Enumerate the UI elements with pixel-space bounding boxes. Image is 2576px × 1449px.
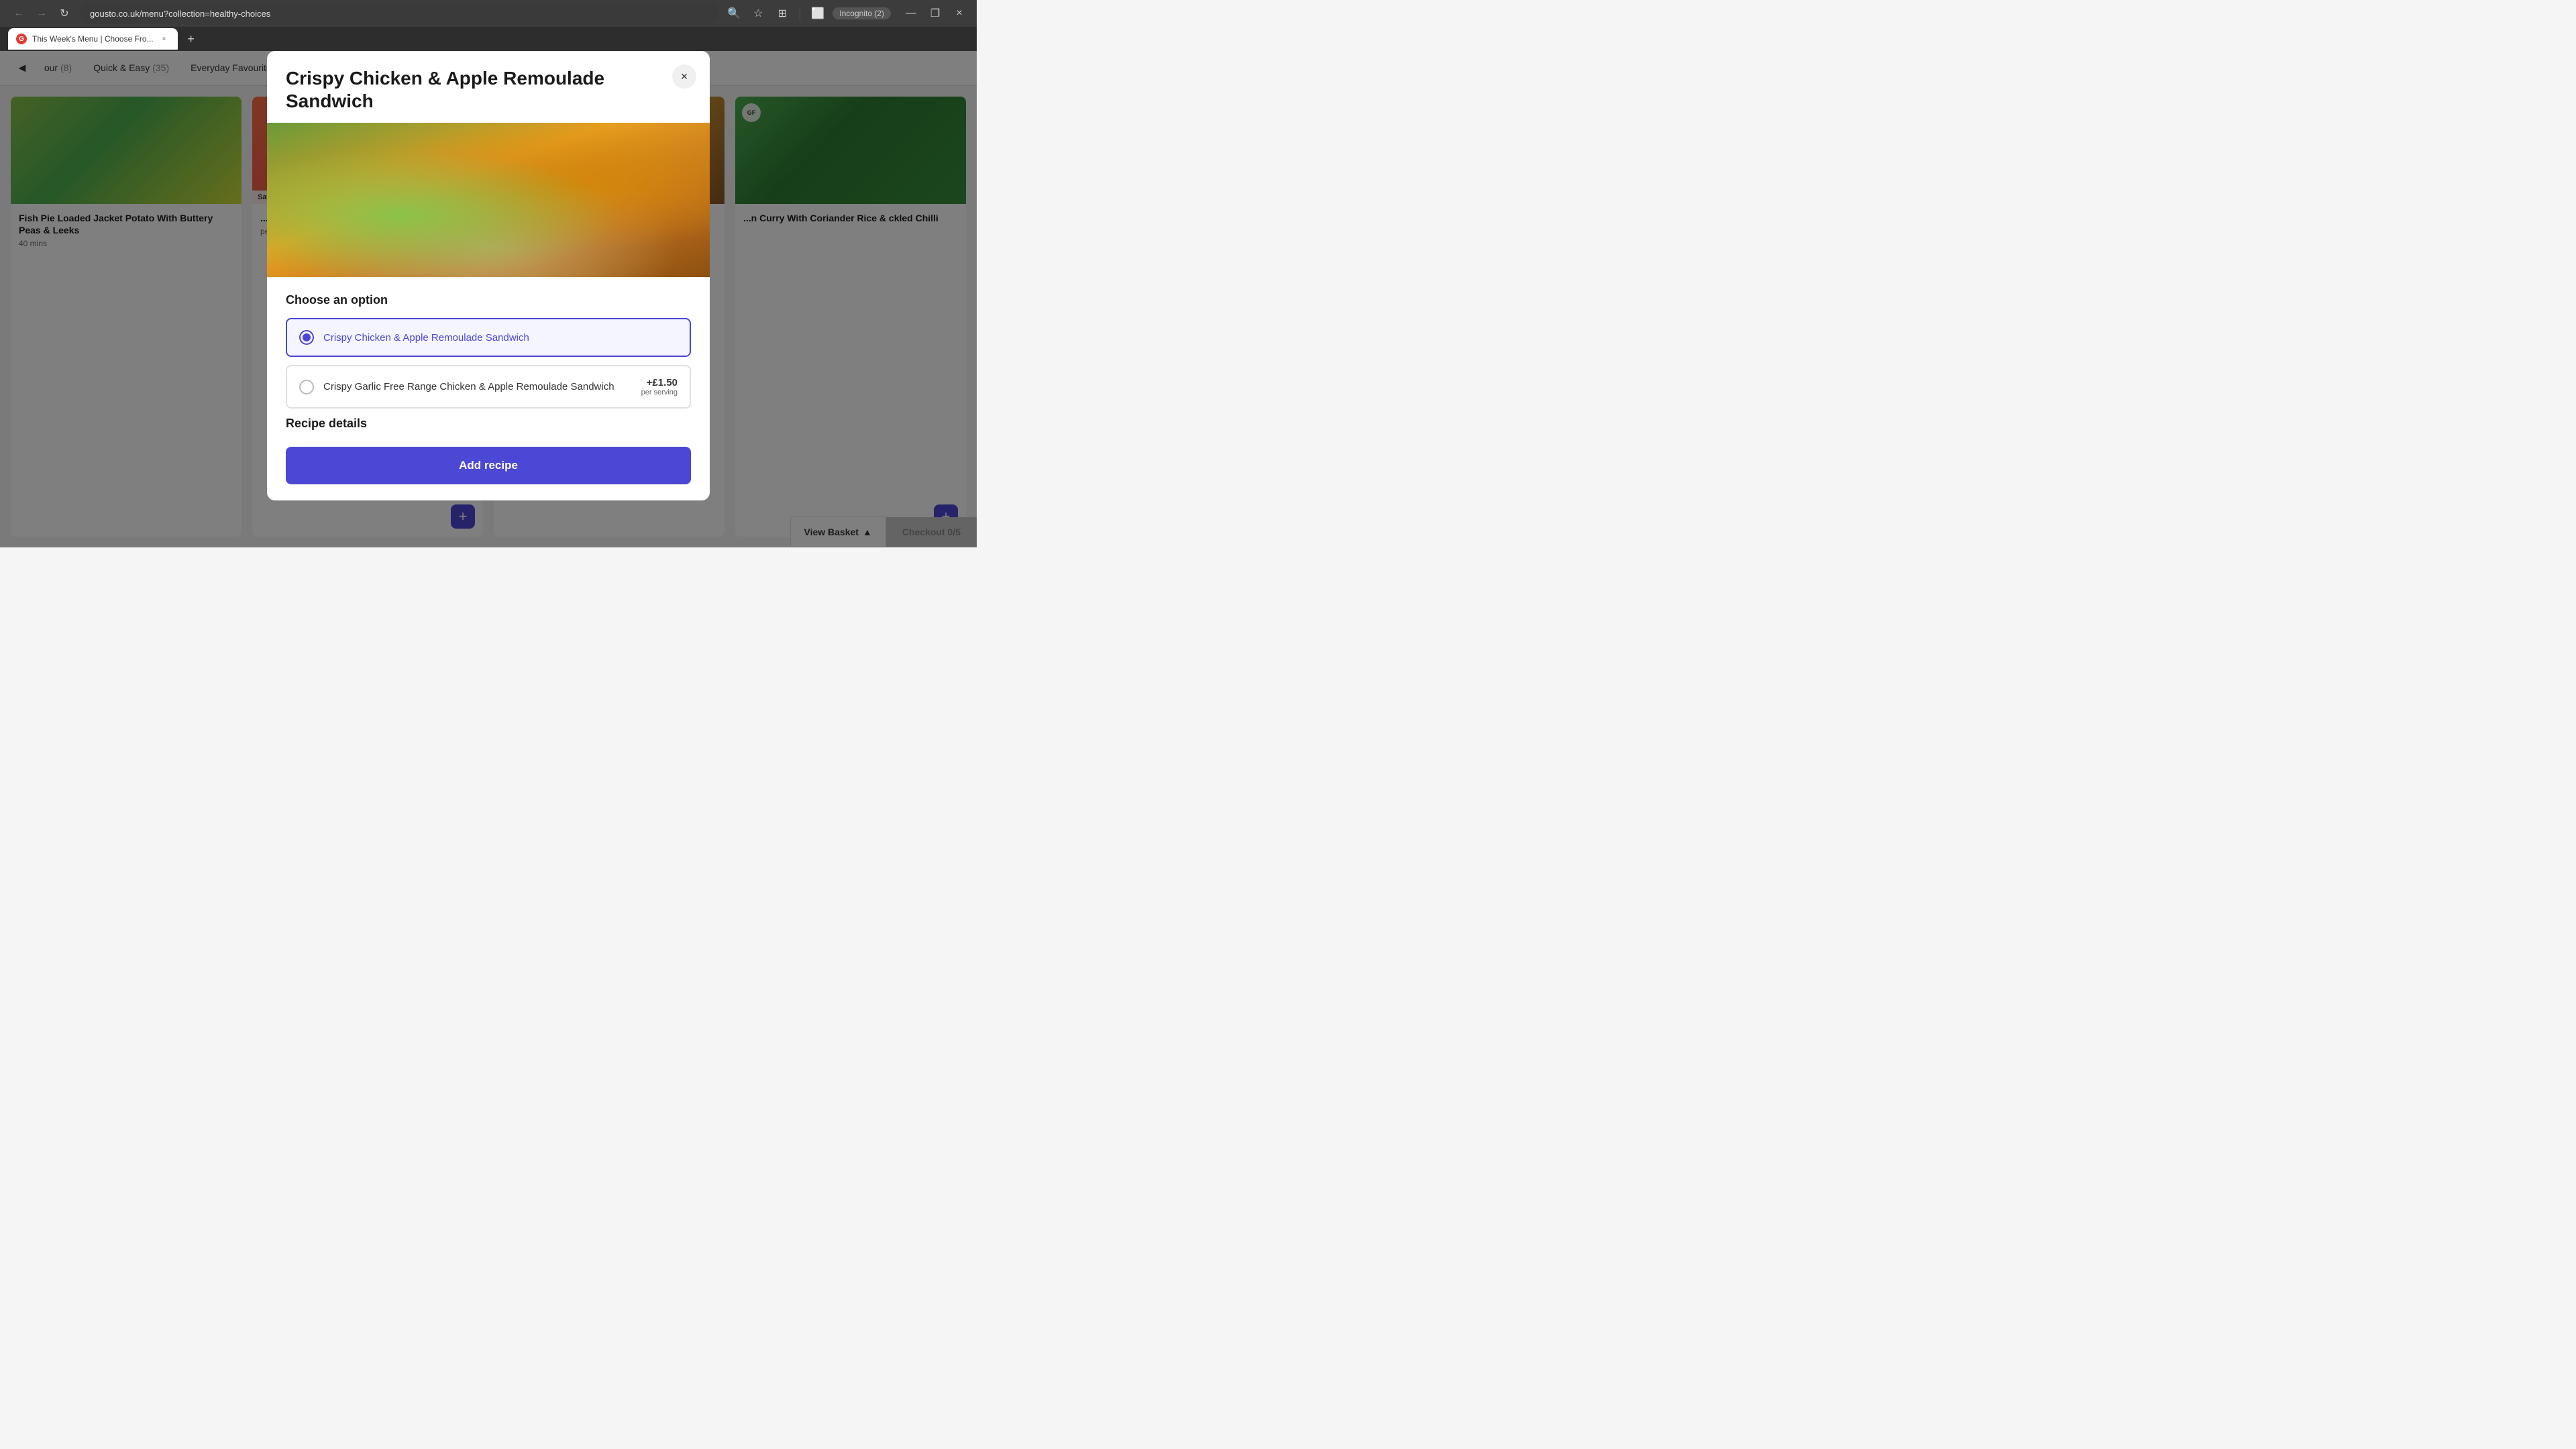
search-icon[interactable]: 🔍 <box>724 4 743 23</box>
address-bar[interactable]: gousto.co.uk/menu?collection=healthy-cho… <box>80 3 719 24</box>
window-close-button[interactable]: × <box>950 4 969 23</box>
modal-image-inner <box>267 123 710 277</box>
tab-bar: G This Week's Menu | Choose Fro... × + <box>0 27 977 51</box>
incognito-badge: Incognito (2) <box>833 7 891 19</box>
option-label-2: Crispy Garlic Free Range Chicken & Apple… <box>323 381 632 392</box>
modal-header: Crispy Chicken & Apple Remoulade Sandwic… <box>267 51 710 123</box>
browser-titlebar: ← → ↻ gousto.co.uk/menu?collection=healt… <box>0 0 977 27</box>
browser-back-btn[interactable]: ← <box>8 3 30 24</box>
radio-button-1[interactable] <box>299 330 314 345</box>
option-price-per: per serving <box>641 388 678 396</box>
active-tab[interactable]: G This Week's Menu | Choose Fro... × <box>8 28 178 50</box>
browser-forward-btn[interactable]: → <box>31 3 52 24</box>
modal-dialog: Crispy Chicken & Apple Remoulade Sandwic… <box>267 51 710 500</box>
window-controls: — ❐ × <box>902 4 969 23</box>
split-view-icon[interactable]: ⬜ <box>808 4 827 23</box>
tab-close-button[interactable]: × <box>159 34 170 44</box>
modal-body: Choose an option Crispy Chicken & Apple … <box>267 277 710 500</box>
browser-chrome: ← → ↻ gousto.co.uk/menu?collection=healt… <box>0 0 977 51</box>
add-recipe-button[interactable]: Add recipe <box>286 447 691 484</box>
modal-overlay: Crispy Chicken & Apple Remoulade Sandwic… <box>0 51 977 547</box>
page-content: ◄ our (8) Quick & Easy (35) Everyday Fav… <box>0 51 977 547</box>
option-price-amount: +£1.50 <box>641 377 678 388</box>
radio-button-2[interactable] <box>299 380 314 394</box>
minimize-button[interactable]: — <box>902 4 920 23</box>
modal-recipe-image <box>267 123 710 277</box>
bookmark-icon[interactable]: ☆ <box>749 4 767 23</box>
modal-close-button[interactable]: × <box>672 64 696 89</box>
extensions-icon[interactable]: ⊞ <box>773 4 792 23</box>
modal-title: Crispy Chicken & Apple Remoulade Sandwic… <box>286 67 691 112</box>
option-item-1[interactable]: Crispy Chicken & Apple Remoulade Sandwic… <box>286 318 691 357</box>
recipe-details-heading: Recipe details <box>286 417 691 431</box>
option-item-2[interactable]: Crispy Garlic Free Range Chicken & Apple… <box>286 365 691 409</box>
tab-title: This Week's Menu | Choose Fro... <box>32 34 154 44</box>
browser-actions: 🔍 ☆ ⊞ ⬜ Incognito (2) <box>724 4 891 23</box>
close-icon: × <box>681 70 688 84</box>
option-price-2: +£1.50 per serving <box>641 377 678 396</box>
browser-reload-btn[interactable]: ↻ <box>54 3 75 24</box>
tab-favicon: G <box>16 34 27 44</box>
options-heading: Choose an option <box>286 293 691 307</box>
option-label-1: Crispy Chicken & Apple Remoulade Sandwic… <box>323 332 678 343</box>
new-tab-button[interactable]: + <box>182 30 201 48</box>
maximize-button[interactable]: ❐ <box>926 4 945 23</box>
address-text: gousto.co.uk/menu?collection=healthy-cho… <box>90 9 270 19</box>
